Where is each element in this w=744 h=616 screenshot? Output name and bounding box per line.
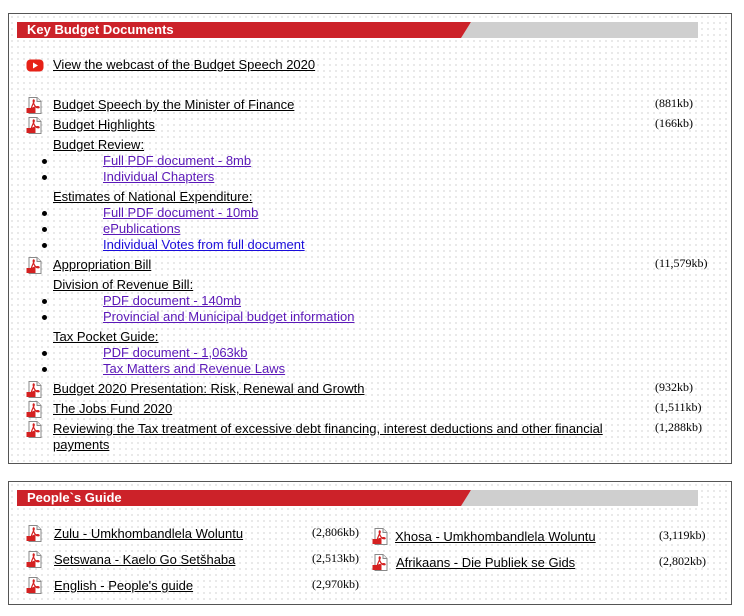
youtube-icon[interactable] [26, 59, 44, 72]
file-size: (11,579kb) [655, 256, 708, 270]
header-grey-bar [461, 22, 698, 38]
bullet [42, 175, 47, 180]
file-size: (932kb) [655, 380, 693, 394]
file-size: (881kb) [655, 96, 693, 110]
section-title: People`s Guide [27, 490, 122, 505]
pdf-icon[interactable] [26, 381, 44, 398]
webcast-link[interactable]: View the webcast of the Budget Speech 20… [53, 57, 315, 73]
file-size: (1,511kb) [655, 400, 702, 414]
peoples-guide-header: People`s Guide [17, 490, 698, 506]
pdf-icon[interactable] [26, 97, 44, 114]
file-size: (2,802kb) [659, 554, 706, 568]
budget-speech-link[interactable]: Budget Speech by the Minister of Finance [53, 97, 294, 113]
jobs-fund-link[interactable]: The Jobs Fund 2020 [53, 401, 172, 417]
file-size: (2,806kb) [312, 525, 359, 539]
file-size: (166kb) [655, 116, 693, 130]
provincial-municipal-link[interactable]: Provincial and Municipal budget informat… [103, 309, 354, 325]
estimates-label: Estimates of National Expenditure: [53, 189, 253, 204]
bullet [42, 227, 47, 232]
file-size: (2,513kb) [312, 551, 359, 565]
bullet [42, 315, 47, 320]
pdf-icon[interactable] [26, 401, 44, 418]
bullet [42, 211, 47, 216]
key-budget-documents-panel: Key Budget Documents View the webcast of… [8, 13, 732, 464]
estimates-full-pdf-link[interactable]: Full PDF document - 10mb [103, 205, 258, 221]
file-size: (2,970kb) [312, 577, 359, 591]
zulu-guide-link[interactable]: Zulu - Umkhombandlela Woluntu [54, 526, 243, 542]
pocket-pdf-link[interactable]: PDF document - 1,063kb [103, 345, 248, 361]
pdf-icon[interactable] [26, 421, 44, 438]
bullet [42, 367, 47, 372]
pdf-icon[interactable] [372, 554, 390, 571]
presentation-link[interactable]: Budget 2020 Presentation: Risk, Renewal … [53, 381, 364, 397]
revenue-pdf-link[interactable]: PDF document - 140mb [103, 293, 241, 309]
pdf-icon[interactable] [26, 257, 44, 274]
bullet [42, 351, 47, 356]
file-size: (1,288kb) [655, 420, 702, 434]
tax-matters-link[interactable]: Tax Matters and Revenue Laws [103, 361, 285, 377]
pdf-icon[interactable] [372, 528, 390, 545]
review-full-pdf-link[interactable]: Full PDF document - 8mb [103, 153, 251, 169]
individual-votes-link[interactable]: Individual Votes from full document [103, 237, 305, 253]
revenue-bill-label: Division of Revenue Bill: [53, 277, 194, 292]
pdf-icon[interactable] [26, 551, 44, 568]
bullet [42, 299, 47, 304]
reviewing-tax-link[interactable]: Reviewing the Tax treatment of excessive… [53, 421, 639, 453]
header-grey-bar [461, 490, 698, 506]
epublications-link[interactable]: ePublications [103, 221, 180, 237]
budget-highlights-link[interactable]: Budget Highlights [53, 117, 155, 133]
pdf-icon[interactable] [26, 117, 44, 134]
budget-review-label: Budget Review: [53, 137, 145, 152]
key-budget-header: Key Budget Documents [17, 22, 698, 38]
tax-pocket-guide-label: Tax Pocket Guide: [53, 329, 159, 344]
xhosa-guide-link[interactable]: Xhosa - Umkhombandlela Woluntu [395, 529, 596, 545]
english-guide-link[interactable]: English - People's guide [54, 578, 193, 594]
peoples-guide-panel: People`s Guide Zulu - Umkhombandlela Wol… [8, 481, 732, 605]
appropriation-bill-link[interactable]: Appropriation Bill [53, 257, 151, 273]
bullet [42, 159, 47, 164]
bullet [42, 243, 47, 248]
setswana-guide-link[interactable]: Setswana - Kaelo Go Setšhaba [54, 552, 235, 568]
afrikaans-guide-link[interactable]: Afrikaans - Die Publiek se Gids [396, 555, 575, 571]
pdf-icon[interactable] [26, 525, 44, 542]
pdf-icon[interactable] [26, 577, 44, 594]
file-size: (3,119kb) [659, 528, 706, 542]
section-title: Key Budget Documents [27, 22, 174, 37]
review-chapters-link[interactable]: Individual Chapters [103, 169, 214, 185]
